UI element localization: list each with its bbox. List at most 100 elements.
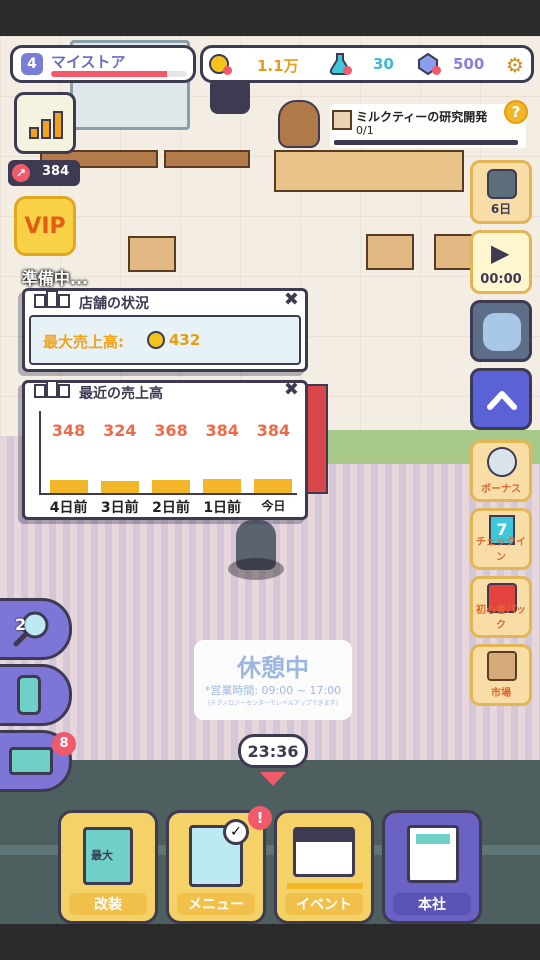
sales-bar <box>49 480 88 493</box>
research-title: ミルクティーの研究開発 <box>356 110 488 124</box>
research-icon <box>332 110 352 130</box>
coin-icon <box>147 331 165 349</box>
chart-marks: 348 4日前 324 3日前 368 2日前 384 1日前 384 今日 <box>29 401 301 516</box>
sales-bar <box>152 479 190 493</box>
research-progress: 0/1 <box>356 124 374 137</box>
clock: 23:36 <box>238 734 308 768</box>
store-level-pill[interactable]: 4 マイストア <box>10 45 196 83</box>
search-tab[interactable]: 2 <box>0 598 72 660</box>
days-label: 6日 <box>490 202 512 216</box>
register-icon <box>407 825 459 883</box>
counter <box>274 150 464 192</box>
play-icon: ▶ <box>491 239 510 267</box>
vip-icon: VIP <box>24 213 66 239</box>
table <box>164 150 250 168</box>
sales-bar <box>254 479 293 493</box>
ad-play-button[interactable]: ▶ 00:00 <box>470 230 532 294</box>
search-count: 2 <box>15 615 27 634</box>
store-name: マイストア <box>51 53 126 71</box>
bar-value-label: 384 <box>256 421 291 440</box>
gem-plus-icon[interactable] <box>432 66 441 75</box>
bonus-label: ボーナス <box>481 484 521 495</box>
sales-bar <box>100 481 139 493</box>
day-label: 2日前 <box>152 500 190 516</box>
calendar-icon <box>293 827 355 877</box>
sales-bar <box>203 479 242 493</box>
ghost-cat-button[interactable] <box>470 300 532 362</box>
beginner-pack-button[interactable]: 初心者パック <box>470 576 532 638</box>
event-strip <box>287 883 363 889</box>
cat-shadow <box>228 558 284 580</box>
nav-event-label: イベント <box>285 893 363 915</box>
box <box>128 236 176 272</box>
store-level-badge: 4 <box>21 53 43 75</box>
up-arrow-icon <box>487 391 517 410</box>
days-button[interactable]: 6日 <box>470 160 532 224</box>
bonus-cat-icon <box>487 447 517 477</box>
close-icon[interactable]: ✖ <box>284 379 299 400</box>
menu-alert-badge: ! <box>248 806 272 830</box>
sales-chart: 348 4日前 324 3日前 368 2日前 384 1日前 384 今日 <box>29 401 301 516</box>
research-banner[interactable]: ミルクティーの研究開発 0/1 <box>330 104 526 148</box>
trend-value: 384 <box>42 164 70 179</box>
vip-button[interactable]: VIP <box>14 196 76 256</box>
nav-menu-label: メニュー <box>177 893 255 915</box>
nav-menu[interactable]: ✓ メニュー <box>166 810 266 924</box>
store-xp-fill <box>51 71 167 77</box>
market-icon <box>487 651 517 681</box>
bar-value-label: 368 <box>154 421 188 440</box>
store-status-body: 最大売上高: 432 <box>29 315 301 365</box>
gear-icon[interactable]: ⚙ <box>503 53 527 77</box>
trend-up-icon: ↗ <box>12 164 30 182</box>
book-icon <box>487 169 517 199</box>
store-status-panel: 店舗の状況 ✖ 最大売上高: 432 <box>22 288 308 372</box>
bar-value-label: 348 <box>51 421 86 440</box>
stats-button[interactable] <box>14 92 76 154</box>
research-bar <box>334 140 518 145</box>
ghost-cat-icon <box>483 313 521 351</box>
store-xp-bar <box>51 71 187 77</box>
bonus-button[interactable]: ボーナス <box>470 440 532 502</box>
gem-value: 500 <box>453 55 485 73</box>
collapse-button[interactable] <box>470 368 532 430</box>
box <box>366 234 414 270</box>
timer-label: 00:00 <box>480 272 522 287</box>
potion-plus-icon[interactable] <box>343 66 352 75</box>
bottom-letterbox <box>0 924 540 960</box>
day-label: 1日前 <box>203 500 242 516</box>
top-letterbox <box>0 0 540 36</box>
coin-value: 1.1万 <box>257 57 299 75</box>
recent-sales-panel: 最近の売上高 ✖ 348 4日前 324 3日前 368 2日前 384 1日前 384 今日 <box>22 379 308 520</box>
nav-renovate[interactable]: 最大 改装 <box>58 810 158 924</box>
close-icon[interactable]: ✖ <box>284 289 299 310</box>
max-sales-value: 432 <box>169 331 201 349</box>
rest-hours: *営業時間: 09:00 ~ 17:00 <box>204 684 342 697</box>
renovate-tag: 最大 <box>91 849 113 862</box>
rest-popup: 休憩中 *営業時間: 09:00 ~ 17:00 (テクノロジーセンターでレベル… <box>194 640 352 720</box>
nav-hq-label: 本社 <box>393 893 471 915</box>
inbox-badge: 8 <box>52 732 76 756</box>
trend-badge: ↗ 384 <box>8 160 80 186</box>
chart-icon <box>17 95 73 151</box>
market-button[interactable]: 市場 <box>470 644 532 706</box>
coin-plus-icon[interactable] <box>223 66 232 75</box>
nav-hq[interactable]: 本社 <box>382 810 482 924</box>
store-status-title: 店舗の状況 <box>79 296 149 312</box>
day-label: 3日前 <box>100 500 139 516</box>
bar-value-label: 324 <box>103 421 137 440</box>
cup-tab[interactable] <box>0 664 72 726</box>
help-icon[interactable]: ? <box>504 100 528 124</box>
building-icon <box>33 379 73 399</box>
nav-renovate-label: 改装 <box>69 893 147 915</box>
bar-value-label: 384 <box>205 421 239 440</box>
check-icon: ✓ <box>223 819 249 845</box>
checkin-button[interactable]: 7 チェックイン <box>470 508 532 570</box>
checkin-label: チェックイン <box>476 537 526 563</box>
nav-event[interactable]: イベント <box>274 810 374 924</box>
potion-value: 30 <box>373 55 394 73</box>
clock-pointer-icon <box>260 772 286 786</box>
cup-icon <box>17 675 41 715</box>
day-label: 4日前 <box>49 500 88 516</box>
game-screen: 4 マイストア 1.1万 30 500 ⚙ ミルクティーの研究開発 0/1 ? <box>0 0 540 960</box>
max-sales-label: 最大売上高: <box>43 333 124 351</box>
